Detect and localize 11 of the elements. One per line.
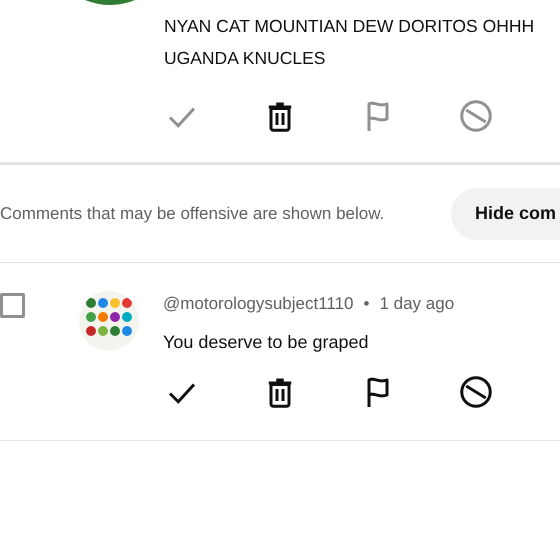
checkbox[interactable] — [0, 293, 25, 318]
notice-text: Comments that may be offensive are shown below. — [0, 202, 384, 225]
comment-time: 1 day ago — [379, 293, 454, 315]
block-icon — [458, 98, 494, 134]
block-icon — [458, 374, 494, 410]
comment-text: NYAN CAT MOUNTIAN DEW DORITOS OHHH UGANDA KNUCLES — [164, 15, 536, 70]
comment-text: You deserve to be graped — [163, 330, 370, 354]
avatar — [85, 0, 135, 5]
author-name[interactable]: @motorologysubject1110 — [163, 291, 354, 316]
separator-dot: • — [364, 293, 370, 315]
hide-button[interactable]: Hide com — [450, 188, 560, 240]
